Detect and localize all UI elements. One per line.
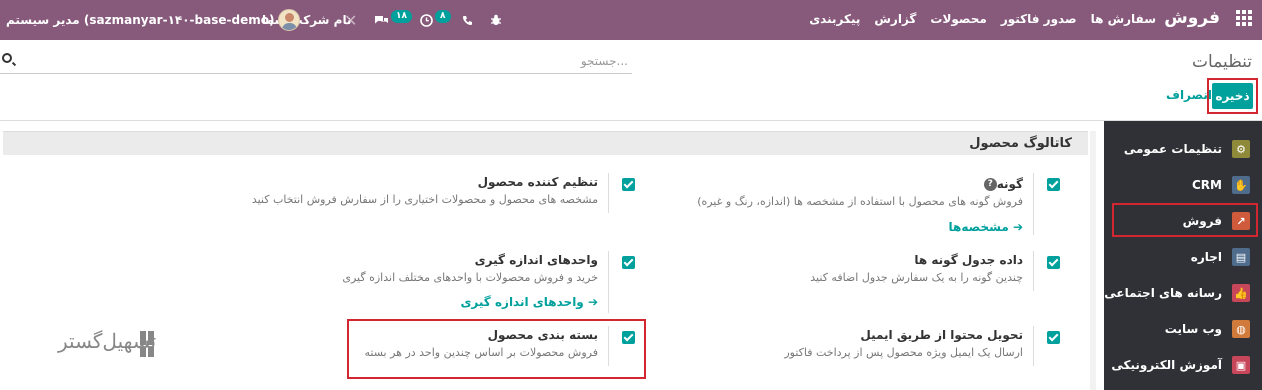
page-title: تنظیمات <box>1192 52 1252 72</box>
setting-description: فروش گونه های محصول با استفاده از مشخصه … <box>697 195 1023 208</box>
sidebar-item-label: CRM <box>1192 178 1222 192</box>
avatar <box>278 9 301 31</box>
setting-title: داده جدول گونه ها <box>914 253 1023 267</box>
sidebar-item-label: اجاره <box>1190 250 1222 264</box>
app-brand[interactable]: فروش <box>1164 8 1220 28</box>
search-bar[interactable]: جستجو... <box>0 48 632 74</box>
setting-units-of-measure: واحدهای اندازه گیری خرید و فروش محصولات … <box>239 251 639 321</box>
setting-description: خرید و فروش محصولات با واحدهای مختلف اند… <box>342 271 598 284</box>
scrollbar[interactable] <box>1090 131 1096 390</box>
menu-products[interactable]: محصولات <box>930 12 986 26</box>
divider <box>608 251 609 313</box>
clock-icon <box>420 13 433 27</box>
thumbs-up-icon: 👍 <box>1232 284 1250 302</box>
setting-title: تحویل محتوا از طریق ایمیل <box>860 328 1023 342</box>
messaging-menu[interactable]: ۱۸ <box>374 0 412 40</box>
apps-menu-icon[interactable] <box>1236 10 1252 26</box>
brand-logo-icon <box>24 331 154 359</box>
sidebar-item-label: تنظیمات عمومی <box>1123 142 1222 156</box>
attributes-link[interactable]: مشخصه‌ها ➔ <box>949 220 1023 234</box>
settings-sidebar: ⚙ تنظیمات عمومی ✋ CRM ↗ فروش ▤ اجاره 👍 ر… <box>1104 121 1262 390</box>
user-name: مدیر سیستم (sazmanyar-۱۴۰-base-demo) <box>6 13 275 27</box>
setting-description: ارسال یک ایمیل ویژه محصول پس از پرداخت ف… <box>784 346 1023 359</box>
rental-icon: ▤ <box>1232 248 1250 266</box>
sidebar-item-crm[interactable]: ✋ CRM <box>1104 167 1262 203</box>
configurator-checkbox[interactable] <box>622 178 635 191</box>
variant-grid-checkbox[interactable] <box>1047 256 1060 269</box>
main-menu: سفارش ها صدور فاکتور محصولات گزارش پیکرب… <box>809 12 1156 26</box>
variants-checkbox[interactable] <box>1047 178 1060 191</box>
section-title: کاتالوگ محصول <box>969 136 1072 151</box>
discard-button[interactable]: انصراف <box>1166 88 1212 102</box>
top-navbar: فروش سفارش ها صدور فاکتور محصولات گزارش … <box>0 0 1262 40</box>
setting-variants: ? گونه فروش گونه های محصول با استفاده از … <box>667 173 1067 243</box>
sidebar-item-website[interactable]: ◍ وب سایت <box>1104 311 1262 347</box>
packaging-highlight <box>347 319 646 379</box>
menu-configuration[interactable]: پیکربندی <box>809 12 860 26</box>
sidebar-item-social-media[interactable]: 👍 رسانه های اجتماعی <box>1104 275 1262 311</box>
sales-highlight <box>1112 203 1258 237</box>
messages-count-badge: ۱۸ <box>391 9 412 23</box>
sidebar-item-label: رسانه های اجتماعی <box>1104 286 1222 300</box>
sidebar-item-rental[interactable]: ▤ اجاره <box>1104 239 1262 275</box>
setting-description: چندین گونه را به یک سفارش جدول اضافه کنی… <box>810 271 1023 284</box>
menu-orders[interactable]: سفارش ها <box>1091 12 1156 26</box>
email-delivery-checkbox[interactable] <box>1047 331 1060 344</box>
user-menu[interactable]: مدیر سیستم (sazmanyar-۱۴۰-base-demo) <box>6 0 304 40</box>
setting-variant-grid: داده جدول گونه ها چندین گونه را به یک سف… <box>667 251 1067 301</box>
activities-count-badge: ۸ <box>435 9 451 23</box>
section-header: کاتالوگ محصول <box>3 131 1088 155</box>
elearning-icon: ▣ <box>1232 356 1250 374</box>
sidebar-item-label: وب سایت <box>1164 322 1222 336</box>
globe-icon: ◍ <box>1232 320 1250 338</box>
uom-link[interactable]: واحدهای اندازه گیری ➔ <box>460 295 598 309</box>
setting-description: مشخصه های محصول و محصولات اختیاری را از … <box>251 193 598 206</box>
setting-title: تنظیم کننده محصول <box>477 175 598 189</box>
setting-title: ? گونه <box>980 177 1023 191</box>
divider <box>608 173 609 213</box>
search-icon[interactable] <box>2 53 12 63</box>
menu-reporting[interactable]: گزارش <box>874 12 916 26</box>
watermark-logo: تسهیل‌گستر <box>24 325 170 365</box>
sidebar-item-general-settings[interactable]: ⚙ تنظیمات عمومی <box>1104 131 1262 167</box>
divider <box>1033 251 1034 291</box>
sidebar-item-label: آموزش الکترونیکی <box>1111 358 1222 372</box>
menu-invoicing[interactable]: صدور فاکتور <box>1001 12 1077 26</box>
setting-product-configurator: تنظیم کننده محصول مشخصه های محصول و محصو… <box>239 173 639 223</box>
help-icon[interactable]: ? <box>983 178 997 191</box>
activities-menu[interactable]: ۸ <box>420 0 451 40</box>
divider <box>0 120 1262 121</box>
debug-bug-icon[interactable] <box>490 0 502 40</box>
uom-checkbox[interactable] <box>622 256 635 269</box>
divider <box>1033 326 1034 366</box>
setting-email-delivery: تحویل محتوا از طریق ایمیل ارسال یک ایمیل… <box>667 326 1067 376</box>
sidebar-item-elearning[interactable]: ▣ آموزش الکترونیکی <box>1104 347 1262 383</box>
save-button[interactable]: ذخیره <box>1212 83 1253 109</box>
phone-icon[interactable] <box>462 0 473 40</box>
save-highlight: ذخیره <box>1207 78 1258 114</box>
watermark-text: تسهیل‌گستر <box>58 329 157 353</box>
setting-title: واحدهای اندازه گیری <box>474 253 598 267</box>
chat-icon <box>375 15 388 23</box>
search-input[interactable]: جستجو... <box>581 54 628 68</box>
handshake-icon: ✋ <box>1232 176 1250 194</box>
gear-icon: ⚙ <box>1232 140 1250 158</box>
divider <box>1033 173 1034 235</box>
